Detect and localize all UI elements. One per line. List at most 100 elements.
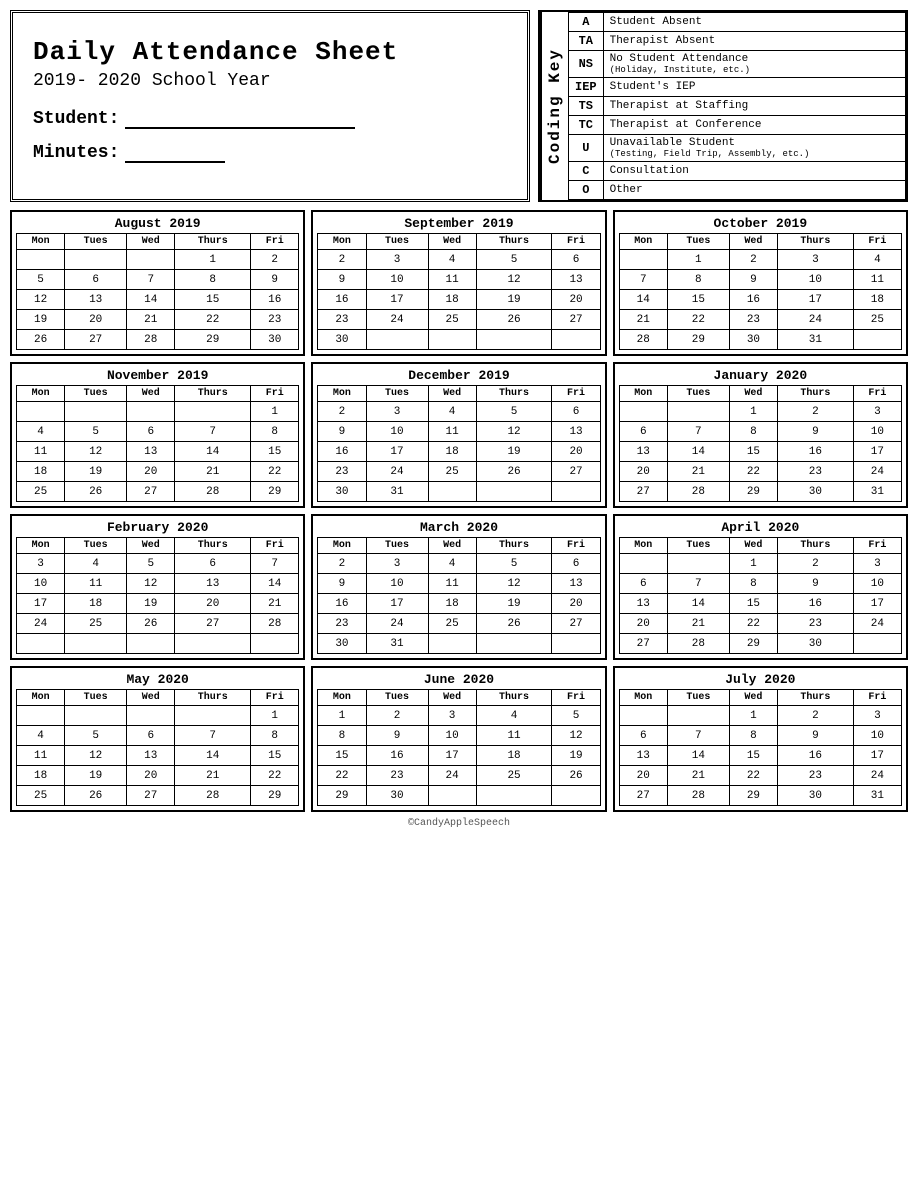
calendar-day[interactable]: 15	[729, 442, 777, 462]
calendar-day[interactable]: 4	[428, 402, 476, 422]
calendar-day[interactable]	[127, 250, 175, 270]
calendar-day[interactable]	[552, 786, 600, 806]
calendar-day[interactable]: 11	[428, 270, 476, 290]
calendar-day[interactable]: 27	[619, 786, 667, 806]
calendar-day[interactable]: 30	[318, 330, 366, 350]
calendar-day[interactable]: 29	[729, 786, 777, 806]
calendar-day[interactable]: 4	[428, 250, 476, 270]
calendar-day[interactable]: 16	[778, 746, 854, 766]
calendar-day[interactable]: 18	[17, 462, 65, 482]
calendar-day[interactable]	[17, 250, 65, 270]
calendar-day[interactable]: 17	[428, 746, 476, 766]
calendar-day[interactable]	[853, 634, 901, 654]
calendar-day[interactable]: 5	[127, 554, 175, 574]
calendar-day[interactable]: 20	[65, 310, 127, 330]
calendar-day[interactable]: 5	[476, 554, 552, 574]
calendar-day[interactable]: 6	[65, 270, 127, 290]
calendar-day[interactable]: 6	[175, 554, 251, 574]
calendar-day[interactable]: 9	[778, 726, 854, 746]
calendar-day[interactable]	[65, 402, 127, 422]
calendar-day[interactable]: 26	[127, 614, 175, 634]
calendar-day[interactable]: 31	[366, 482, 428, 502]
calendar-day[interactable]	[476, 786, 552, 806]
calendar-day[interactable]	[552, 482, 600, 502]
calendar-day[interactable]: 20	[127, 462, 175, 482]
calendar-day[interactable]: 17	[366, 442, 428, 462]
calendar-day[interactable]: 21	[667, 462, 729, 482]
calendar-day[interactable]: 16	[778, 594, 854, 614]
calendar-day[interactable]: 28	[251, 614, 299, 634]
calendar-day[interactable]: 6	[552, 402, 600, 422]
calendar-day[interactable]	[552, 634, 600, 654]
calendar-day[interactable]: 21	[251, 594, 299, 614]
calendar-day[interactable]: 12	[476, 422, 552, 442]
calendar-day[interactable]: 18	[65, 594, 127, 614]
calendar-day[interactable]: 20	[552, 594, 600, 614]
calendar-day[interactable]: 26	[65, 482, 127, 502]
calendar-day[interactable]: 4	[853, 250, 901, 270]
calendar-day[interactable]: 9	[729, 270, 777, 290]
calendar-day[interactable]: 19	[552, 746, 600, 766]
calendar-day[interactable]: 28	[667, 482, 729, 502]
calendar-day[interactable]: 25	[428, 614, 476, 634]
calendar-day[interactable]: 28	[175, 482, 251, 502]
calendar-day[interactable]: 3	[778, 250, 854, 270]
calendar-day[interactable]: 23	[318, 462, 366, 482]
calendar-day[interactable]: 19	[127, 594, 175, 614]
calendar-day[interactable]	[251, 634, 299, 654]
calendar-day[interactable]: 12	[17, 290, 65, 310]
calendar-day[interactable]: 16	[778, 442, 854, 462]
calendar-day[interactable]: 5	[65, 422, 127, 442]
calendar-day[interactable]	[65, 706, 127, 726]
calendar-day[interactable]: 25	[17, 786, 65, 806]
calendar-day[interactable]: 10	[366, 574, 428, 594]
calendar-day[interactable]: 24	[366, 614, 428, 634]
calendar-day[interactable]: 20	[619, 614, 667, 634]
calendar-day[interactable]: 1	[318, 706, 366, 726]
calendar-day[interactable]: 14	[175, 746, 251, 766]
calendar-day[interactable]: 23	[251, 310, 299, 330]
calendar-day[interactable]: 16	[318, 290, 366, 310]
calendar-day[interactable]: 12	[476, 574, 552, 594]
calendar-day[interactable]: 21	[175, 462, 251, 482]
calendar-day[interactable]: 1	[729, 402, 777, 422]
calendar-day[interactable]: 7	[175, 422, 251, 442]
calendar-day[interactable]: 18	[428, 442, 476, 462]
calendar-day[interactable]: 10	[17, 574, 65, 594]
calendar-day[interactable]: 8	[729, 422, 777, 442]
calendar-day[interactable]: 28	[667, 634, 729, 654]
calendar-day[interactable]: 14	[667, 594, 729, 614]
calendar-day[interactable]: 18	[476, 746, 552, 766]
calendar-day[interactable]: 7	[667, 726, 729, 746]
calendar-day[interactable]	[619, 402, 667, 422]
calendar-day[interactable]	[476, 634, 552, 654]
calendar-day[interactable]: 27	[619, 634, 667, 654]
calendar-day[interactable]: 23	[318, 614, 366, 634]
calendar-day[interactable]: 14	[251, 574, 299, 594]
calendar-day[interactable]: 8	[667, 270, 729, 290]
calendar-day[interactable]: 14	[667, 746, 729, 766]
calendar-day[interactable]: 24	[853, 614, 901, 634]
calendar-day[interactable]: 2	[778, 554, 854, 574]
calendar-day[interactable]: 19	[17, 310, 65, 330]
calendar-day[interactable]: 28	[667, 786, 729, 806]
calendar-day[interactable]: 5	[476, 250, 552, 270]
calendar-day[interactable]	[428, 786, 476, 806]
calendar-day[interactable]: 2	[778, 402, 854, 422]
calendar-day[interactable]: 17	[853, 594, 901, 614]
calendar-day[interactable]: 2	[366, 706, 428, 726]
calendar-day[interactable]: 5	[552, 706, 600, 726]
calendar-day[interactable]: 30	[318, 634, 366, 654]
calendar-day[interactable]: 2	[729, 250, 777, 270]
calendar-day[interactable]: 12	[476, 270, 552, 290]
calendar-day[interactable]: 19	[476, 442, 552, 462]
calendar-day[interactable]: 23	[318, 310, 366, 330]
calendar-day[interactable]: 27	[127, 482, 175, 502]
calendar-day[interactable]: 2	[318, 402, 366, 422]
calendar-day[interactable]: 12	[65, 442, 127, 462]
calendar-day[interactable]: 16	[729, 290, 777, 310]
calendar-day[interactable]: 1	[667, 250, 729, 270]
calendar-day[interactable]: 31	[366, 634, 428, 654]
calendar-day[interactable]	[127, 706, 175, 726]
calendar-day[interactable]: 14	[175, 442, 251, 462]
